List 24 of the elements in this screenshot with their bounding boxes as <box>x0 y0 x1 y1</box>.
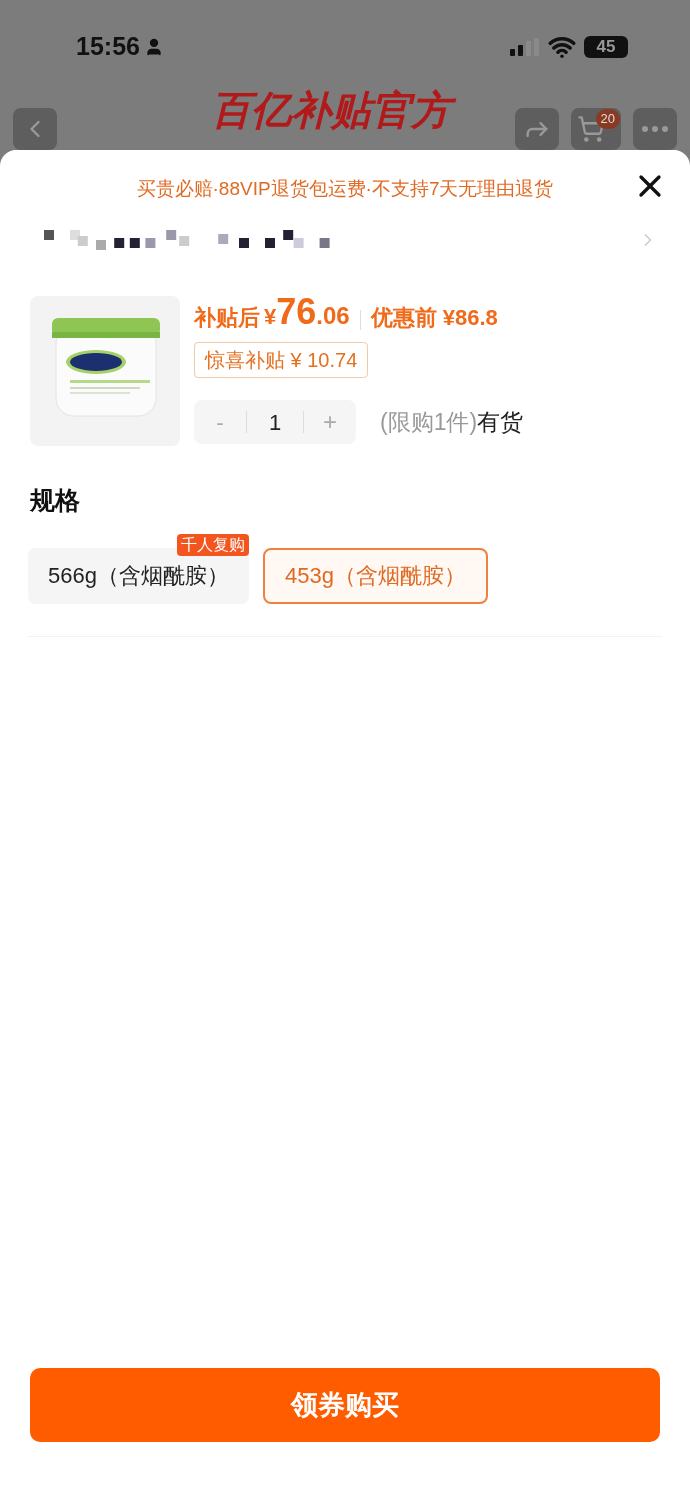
plus-button[interactable]: + <box>304 404 356 440</box>
price-before: 优惠前 ¥86.8 <box>370 304 498 332</box>
repurchase-badge: 千人复购 <box>176 533 249 556</box>
battery-icon: 45 <box>584 36 628 58</box>
cart-badge: 20 <box>595 109 620 129</box>
more-button[interactable] <box>633 108 677 150</box>
limit-text: (限购1件) <box>380 408 478 435</box>
signal-icon <box>510 38 540 56</box>
spec-option[interactable]: 453g（含烟酰胺） <box>262 547 488 604</box>
price-after: ¥76.06 <box>264 294 350 334</box>
more-icon <box>642 126 668 132</box>
price-after-label: 补贴后 <box>194 304 260 332</box>
spec-title: 规格 <box>29 485 81 516</box>
stock-text: 有货 <box>477 408 524 435</box>
minus-button[interactable]: - <box>194 405 246 439</box>
guarantee-text: 买贵必赔·88VIP退货包运费·不支持7天无理由退货 <box>136 176 554 201</box>
quantity-value: 1 <box>267 408 283 437</box>
status-time: 15:56 <box>76 31 140 63</box>
back-button[interactable] <box>13 108 57 150</box>
page-title: 百亿补贴官方 <box>211 84 461 136</box>
cart-button[interactable]: 20 <box>571 108 621 150</box>
share-button[interactable] <box>515 108 559 150</box>
subsidy-tag: 惊喜补贴 ¥ 10.74 <box>194 342 369 378</box>
buy-button[interactable]: 领券购买 <box>30 1368 660 1442</box>
